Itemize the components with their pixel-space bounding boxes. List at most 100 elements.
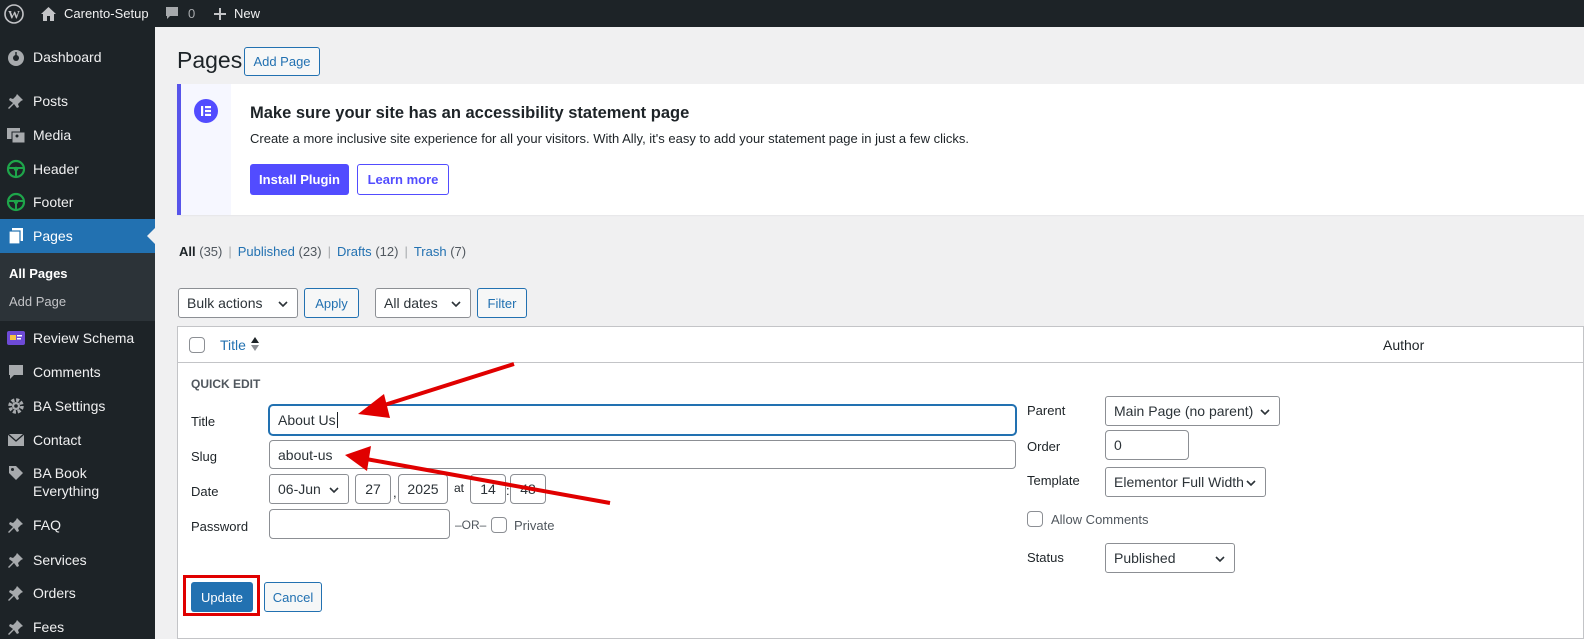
or-text: –OR– — [455, 518, 487, 532]
chevron-down-icon — [328, 483, 340, 499]
sidebar-item-ba-settings[interactable]: BA Settings — [0, 394, 155, 418]
update-highlight-box — [183, 575, 260, 616]
hour-input[interactable]: 14 — [470, 474, 506, 504]
sidebar-label-line2: Everything — [33, 483, 100, 499]
page-title: Pages — [177, 47, 243, 73]
private-checkbox[interactable] — [491, 517, 507, 533]
notice-text: Create a more inclusive site experience … — [250, 131, 969, 146]
accessibility-notice: Make sure your site has an accessibility… — [177, 84, 1584, 215]
sidebar-item-fees[interactable]: Fees — [0, 615, 155, 639]
hour-value: 14 — [480, 481, 496, 497]
site-name: Carento-Setup — [64, 6, 149, 21]
sort-icon[interactable] — [251, 336, 259, 355]
title-input[interactable]: About Us — [269, 405, 1016, 435]
sidebar-item-comments[interactable]: Comments — [0, 360, 155, 384]
sidebar-item-faq[interactable]: FAQ — [0, 513, 155, 537]
sidebar-item-pages[interactable]: Pages — [0, 219, 155, 253]
pages-submenu: All Pages Add Page — [0, 253, 155, 321]
sidebar-item-footer[interactable]: Footer — [0, 190, 155, 214]
home-icon — [40, 6, 57, 22]
sidebar-label-line1: BA Book — [33, 465, 87, 481]
dashboard-icon — [6, 47, 26, 67]
sidebar-item-posts[interactable]: Posts — [0, 89, 155, 113]
sidebar-item-orders[interactable]: Orders — [0, 581, 155, 605]
comment-icon — [6, 362, 26, 382]
new-label: New — [234, 6, 261, 21]
admin-bar: W Carento-Setup 0 New — [0, 0, 1584, 27]
sidebar-item-dashboard[interactable]: Dashboard — [0, 45, 155, 69]
sidebar-item-header[interactable]: Header — [0, 157, 155, 181]
pin-icon — [6, 550, 26, 570]
svg-text:W: W — [8, 7, 20, 21]
submenu-add-page[interactable]: Add Page — [9, 294, 66, 309]
text-cursor — [336, 412, 338, 428]
dates-select[interactable]: All dates — [375, 288, 471, 318]
view-published-link[interactable]: Published — [238, 244, 295, 259]
view-all-count: (35) — [199, 244, 223, 259]
submenu-all-pages[interactable]: All Pages — [9, 266, 68, 281]
view-trash-link[interactable]: Trash — [414, 244, 447, 259]
filter-button[interactable]: Filter — [477, 288, 527, 318]
bulk-actions-value: Bulk actions — [187, 295, 263, 311]
sidebar-item-review-schema[interactable]: Review Schema — [0, 326, 155, 350]
title-input-value: About Us — [278, 412, 336, 428]
sidebar-item-services[interactable]: Services — [0, 548, 155, 572]
table-header: Title Author — [178, 327, 1583, 363]
new-content-link[interactable]: New — [213, 0, 260, 27]
slug-input-value: about-us — [278, 446, 333, 463]
parent-select[interactable]: Main Page (no parent) — [1105, 396, 1280, 426]
comments-link[interactable]: 0 — [164, 0, 195, 27]
pin-icon — [6, 515, 26, 535]
steering-wheel-icon — [6, 192, 26, 212]
select-all-checkbox[interactable] — [189, 337, 205, 353]
template-value: Elementor Full Width — [1114, 474, 1244, 490]
order-value: 0 — [1114, 437, 1122, 453]
title-column-header[interactable]: Title — [220, 337, 246, 353]
view-filters: All (35) | Published (23) | Drafts (12) | Tras… — [179, 244, 467, 259]
quick-edit-heading: QUICK EDIT — [191, 377, 261, 391]
sidebar-item-ba-book-everything[interactable]: BA Book Everything — [0, 463, 155, 501]
chevron-down-icon — [1245, 476, 1257, 492]
private-label: Private — [514, 518, 555, 533]
sidebar-item-contact[interactable]: Contact — [0, 428, 155, 452]
minute-value: 48 — [520, 481, 536, 497]
password-label: Password — [191, 519, 249, 534]
day-value: 27 — [365, 481, 381, 497]
sidebar-item-media[interactable]: Media — [0, 123, 155, 147]
learn-more-button[interactable]: Learn more — [357, 164, 449, 195]
wordpress-logo-icon[interactable]: W — [4, 0, 24, 27]
year-input[interactable]: 2025 — [398, 474, 448, 504]
slug-input[interactable]: about-us — [269, 440, 1016, 469]
day-input[interactable]: 27 — [355, 474, 391, 504]
review-schema-icon — [6, 328, 26, 348]
year-value: 2025 — [407, 481, 439, 497]
minute-input[interactable]: 48 — [510, 474, 546, 504]
month-select[interactable]: 06-Jun — [269, 474, 349, 504]
month-value: 06-Jun — [278, 481, 321, 497]
allow-comments-checkbox[interactable] — [1027, 511, 1043, 527]
chevron-down-icon — [1214, 552, 1226, 568]
view-trash-count: (7) — [450, 244, 467, 259]
template-select[interactable]: Elementor Full Width — [1105, 467, 1266, 497]
chevron-down-icon — [277, 297, 289, 313]
cancel-button[interactable]: Cancel — [264, 582, 322, 612]
pages-icon — [6, 226, 26, 246]
elementor-logo-icon — [194, 99, 218, 126]
date-label: Date — [191, 484, 219, 499]
view-drafts-link[interactable]: Drafts — [337, 244, 372, 259]
dates-value: All dates — [384, 295, 438, 311]
slug-label: Slug — [191, 449, 218, 464]
tag-icon — [6, 463, 26, 483]
add-page-button[interactable]: Add Page — [244, 47, 320, 76]
gear-icon — [6, 396, 26, 416]
password-input[interactable] — [269, 509, 450, 539]
template-label: Template — [1027, 473, 1080, 488]
view-all-link[interactable]: All — [179, 244, 196, 259]
media-icon — [6, 125, 26, 145]
site-name-link[interactable]: Carento-Setup — [40, 0, 149, 27]
status-select[interactable]: Published — [1105, 543, 1235, 573]
order-input[interactable]: 0 — [1105, 430, 1189, 460]
install-plugin-button[interactable]: Install Plugin — [250, 164, 349, 195]
bulk-actions-select[interactable]: Bulk actions — [178, 288, 298, 318]
apply-button[interactable]: Apply — [304, 288, 359, 318]
